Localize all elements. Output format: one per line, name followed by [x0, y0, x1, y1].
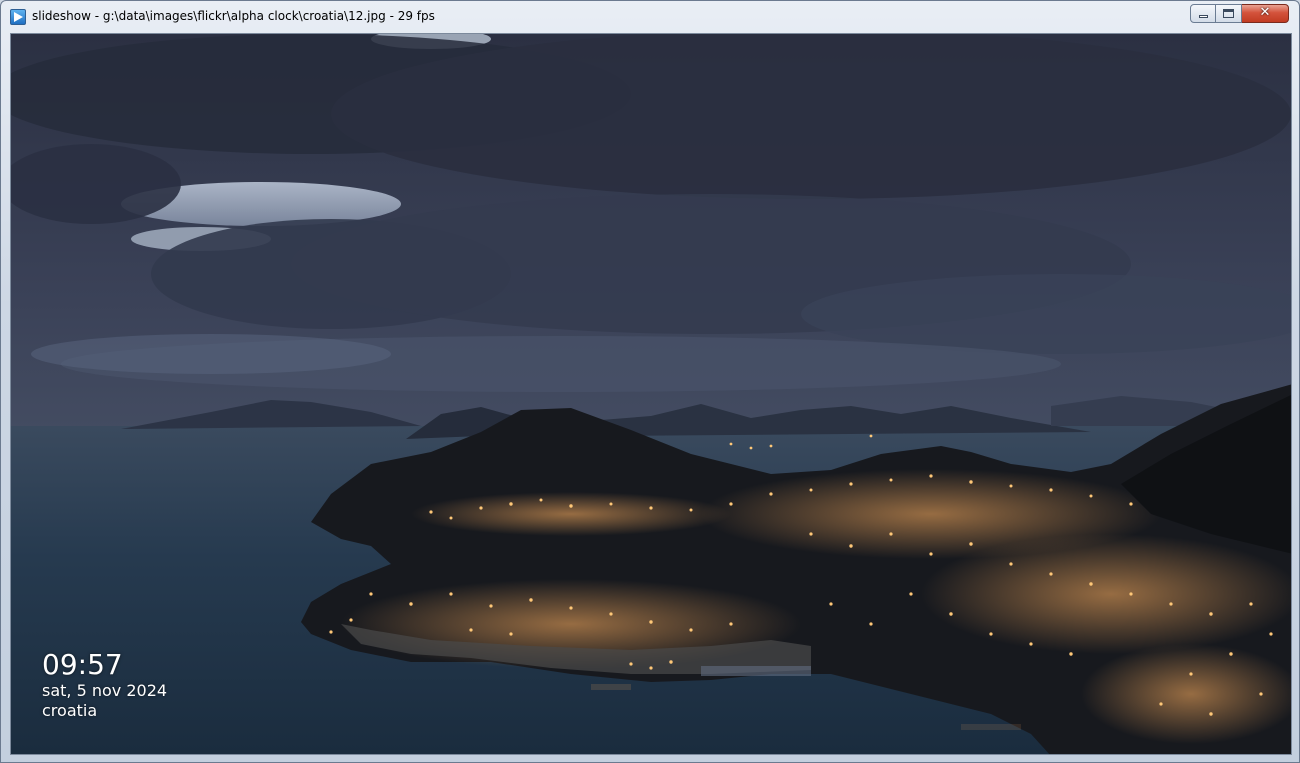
title-bar[interactable]: slideshow - g:\data\images\flickr\alpha … [1, 1, 1299, 33]
slideshow-photo [11, 34, 1291, 754]
window-title: slideshow - g:\data\images\flickr\alpha … [32, 9, 435, 23]
clock-date: sat, 5 nov 2024 [42, 681, 168, 700]
minimize-button[interactable] [1190, 4, 1216, 23]
slideshow-window: slideshow - g:\data\images\flickr\alpha … [0, 0, 1300, 763]
close-icon: ✕ [1259, 5, 1271, 20]
slideshow-play-icon[interactable] [10, 9, 26, 25]
clock-location: croatia [42, 701, 98, 720]
slideshow-viewport[interactable]: 09:57 sat, 5 nov 2024 croatia [10, 33, 1292, 755]
clock-overlay: 09:57 sat, 5 nov 2024 croatia [42, 649, 167, 721]
minimize-icon [1199, 15, 1208, 18]
maximize-button[interactable] [1216, 4, 1242, 23]
clock-time: 09:57 [42, 648, 123, 681]
close-button[interactable]: ✕ [1242, 4, 1289, 23]
maximize-icon [1223, 9, 1234, 18]
